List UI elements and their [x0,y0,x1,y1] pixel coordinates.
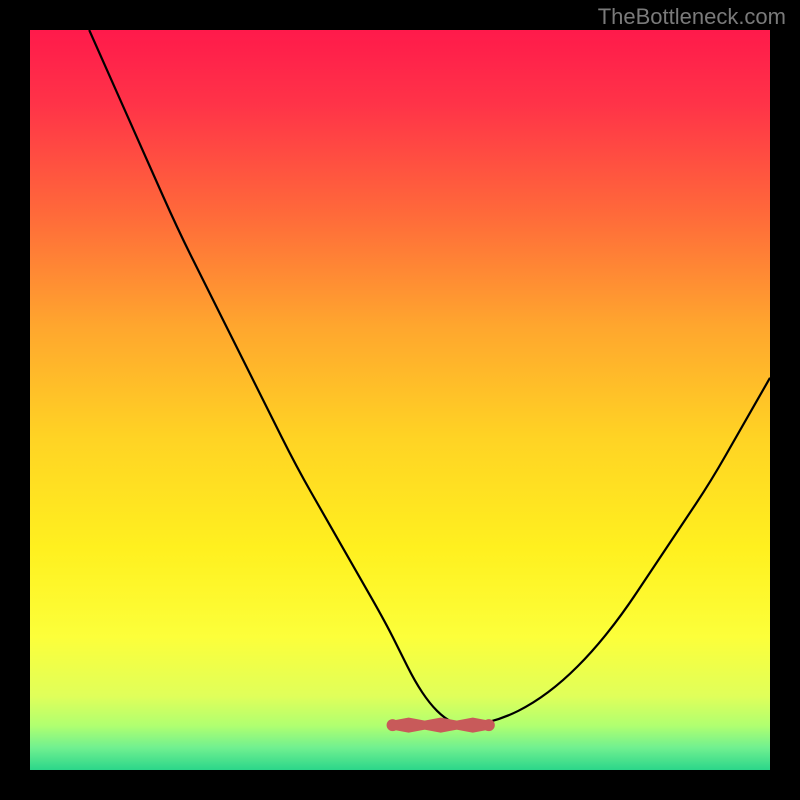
chart-plot-area [30,30,770,770]
chart-background [30,30,770,770]
tolerance-band [387,719,495,731]
chart-svg [30,30,770,770]
watermark-label: TheBottleneck.com [598,4,786,30]
